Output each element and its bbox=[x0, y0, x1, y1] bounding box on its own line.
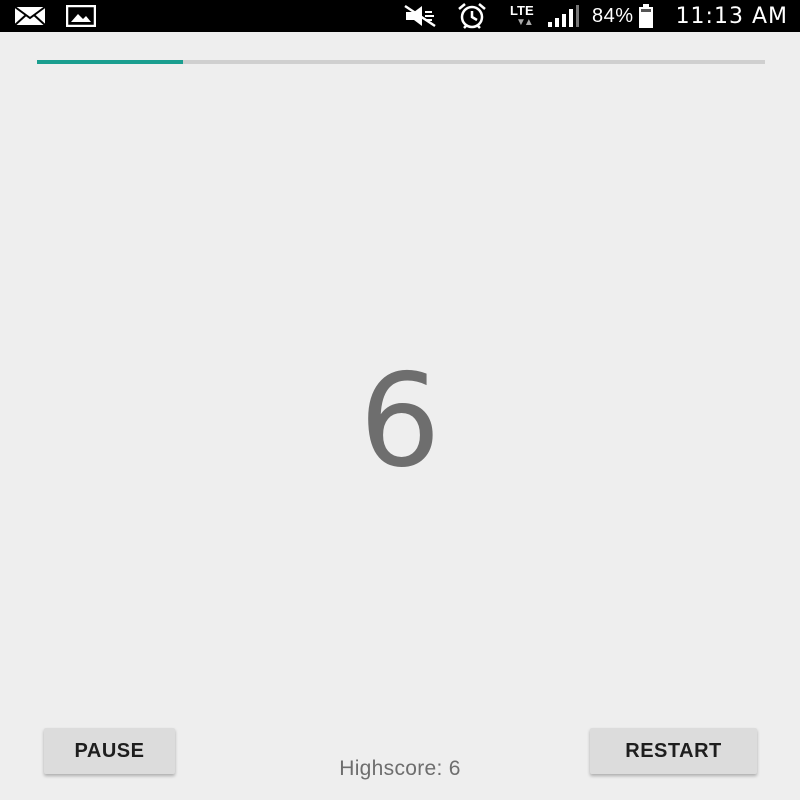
pause-button[interactable]: PAUSE bbox=[44, 728, 175, 774]
mail-icon bbox=[14, 6, 46, 26]
clock: 11:13 AM bbox=[675, 3, 788, 29]
status-bar: LTE ▼▲ 84% 11:13 AM bbox=[0, 0, 800, 32]
lte-label: LTE bbox=[510, 3, 534, 18]
current-score: 6 bbox=[359, 347, 441, 496]
battery-icon bbox=[638, 3, 654, 29]
game-screen: LTE ▼▲ 84% 11:13 AM 6 PAUSE Highscore: 6… bbox=[0, 0, 800, 800]
highscore-label: Highscore: 6 bbox=[339, 757, 461, 780]
lte-icon: LTE ▼▲ bbox=[506, 1, 546, 31]
data-arrows-icon: ▼▲ bbox=[516, 17, 534, 28]
signal-icon bbox=[546, 4, 580, 28]
restart-button[interactable]: RESTART bbox=[590, 728, 757, 774]
timer-progress-bar bbox=[37, 60, 765, 64]
battery-percent: 84% bbox=[592, 4, 634, 27]
alarm-icon bbox=[456, 2, 488, 30]
timer-progress-fill bbox=[37, 60, 183, 64]
status-bar-system: LTE ▼▲ 84% 11:13 AM bbox=[402, 0, 788, 32]
status-bar-notifications bbox=[14, 4, 96, 28]
vibrate-mute-icon bbox=[402, 4, 438, 28]
image-icon bbox=[66, 5, 96, 27]
